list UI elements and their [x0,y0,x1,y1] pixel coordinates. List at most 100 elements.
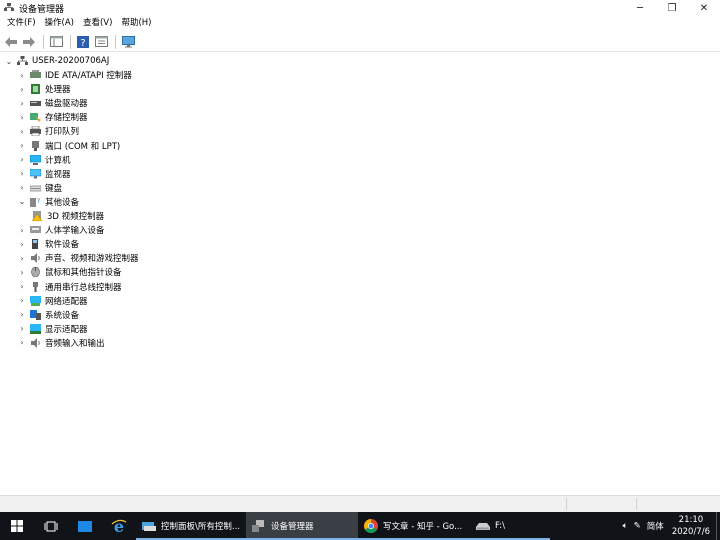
expand-chevron-icon[interactable]: › [17,99,27,108]
tree-node-label: 计算机 [45,155,71,166]
ime-pen-icon[interactable]: ✎ [634,521,641,531]
tree-category-node[interactable]: › 键盘 [17,181,62,195]
taskbar-app-drive[interactable]: F:\ [470,512,550,540]
tree-category-node[interactable]: › 通用串行总线控制器 [17,280,122,294]
task-view-button[interactable] [34,512,68,540]
forward-arrow-icon [23,36,35,47]
back-button[interactable] [3,34,19,50]
tree-node-label: 鼠标和其他指针设备 [45,268,122,279]
software-device-icon [32,239,38,250]
taskbar-app-device-manager[interactable]: 设备管理器 [246,512,358,540]
tree-category-node[interactable]: › 端口 (COM 和 LPT) [17,139,120,153]
toolbar: ? [0,32,720,52]
menu-action[interactable]: 操作(A) [42,16,80,31]
computer-tree-icon [17,56,28,65]
expand-chevron-icon[interactable]: › [17,169,27,178]
taskbar-app-control-panel[interactable]: 控制面板\所有控制... [136,512,246,540]
expand-chevron-icon[interactable]: › [17,254,27,263]
tree-category-node[interactable]: › 鼠标和其他指针设备 [17,265,122,279]
expand-chevron-icon[interactable]: › [17,282,27,291]
expand-chevron-icon[interactable]: › [17,268,27,277]
clock-date: 2020/7/6 [671,527,710,537]
ie-pinned-button[interactable]: e [102,512,136,540]
expand-chevron-icon[interactable]: › [17,183,27,192]
taskbar: e 控制面板\所有控制... 设备管理器 写文章 - 知乎 - Go... F:… [0,512,720,540]
close-button[interactable]: ✕ [688,0,720,16]
expand-chevron-icon[interactable]: › [17,296,27,305]
control-panel-icon [142,522,156,531]
menu-help[interactable]: 帮助(H) [118,16,157,31]
collapse-chevron-icon[interactable]: ⌄ [4,57,14,66]
tree-root[interactable]: ⌄ USER-20200706AJ [4,54,109,68]
status-bar [0,495,720,512]
tree-category-node[interactable]: › 处理器 [17,82,71,96]
system-clock[interactable]: 21:10 2020/7/6 [672,514,710,538]
show-hide-console-tree-button[interactable] [48,34,64,50]
menu-view[interactable]: 查看(V) [80,16,118,31]
root-label: USER-20200706AJ [32,56,110,66]
help-button[interactable]: ? [75,34,91,50]
mouse-icon [31,267,40,278]
menu-file[interactable]: 文件(F) [4,16,42,31]
expand-chevron-icon[interactable]: › [17,226,27,235]
tree-category-node[interactable]: › 人体学输入设备 [17,223,104,237]
device-tree: ⌄ USER-20200706AJ › IDE ATA/ATAPI 控制器 › 处理器… [2,53,718,495]
taskbar-app-label: 控制面板\所有控制... [161,522,240,532]
tree-category-node[interactable]: › 系统设备 [17,308,79,322]
expand-chevron-icon[interactable]: › [17,141,27,150]
tree-category-node[interactable]: › 声音、视频和游戏控制器 [17,251,139,265]
volume-icon[interactable]: 🔈︎ [623,521,628,531]
show-desktop-button[interactable] [716,512,720,540]
explorer-pinned-button[interactable] [68,512,102,540]
tree-node-label: IDE ATA/ATAPI 控制器 [45,71,132,81]
minimize-button[interactable]: ─ [624,0,656,16]
tree-node-label: 处理器 [45,85,71,96]
tree-category-node[interactable]: › 计算机 [17,153,71,167]
svg-text:?: ? [80,38,85,48]
svg-text:?: ? [37,198,40,205]
tree-category-node[interactable]: › 存储控制器 [17,110,88,124]
tree-category-node[interactable]: › 打印队列 [17,124,79,138]
expand-chevron-icon[interactable]: › [17,71,27,80]
expand-chevron-icon[interactable]: › [17,310,27,319]
tree-node-label: 显示适配器 [45,324,88,335]
processor-icon [31,84,40,95]
start-button[interactable] [0,512,34,540]
tree-category-node[interactable]: › 显示适配器 [17,322,88,336]
restore-button[interactable]: ❐ [656,0,688,16]
tree-category-node[interactable]: › IDE ATA/ATAPI 控制器 [17,68,132,82]
menu-bar: 文件(F) 操作(A) 查看(V) 帮助(H) [0,16,720,31]
expand-chevron-icon[interactable]: › [17,338,27,347]
tree-category-node[interactable]: › 软件设备 [17,237,79,251]
taskbar-app-chrome[interactable]: 写文章 - 知乎 - Go... [358,512,470,540]
ide-controller-icon [30,70,41,78]
expand-chevron-icon[interactable]: › [17,155,27,164]
storage-controller-icon [30,113,41,123]
tree-child-node[interactable]: 3D 视频控制器 [32,209,104,223]
tree-category-node[interactable]: › 监视器 [17,167,71,181]
sound-icon [31,253,40,264]
status-segment [636,498,720,510]
collapse-chevron-icon[interactable]: ⌄ [17,197,27,206]
scan-hardware-button[interactable] [120,34,136,50]
ime-indicator[interactable]: 简体 [647,520,664,532]
properties-button[interactable] [93,34,109,50]
expand-chevron-icon[interactable]: › [17,113,27,122]
expand-chevron-icon[interactable]: › [17,240,27,249]
expand-chevron-icon[interactable]: › [17,127,27,136]
expand-chevron-icon[interactable]: › [17,85,27,94]
title-bar: 设备管理器 ─ ❐ ✕ [0,0,720,16]
audio-io-icon [31,337,40,348]
tree-node-label: 存储控制器 [45,113,88,124]
toolbar-separator [115,34,116,49]
taskbar-app-label: F:\ [495,521,505,531]
tree-category-node[interactable]: › 磁盘驱动器 [17,96,87,110]
tree-node-label: 端口 (COM 和 LPT) [45,141,121,152]
expand-chevron-icon[interactable]: › [17,324,27,333]
tree-category-node[interactable]: ⌄? 其他设备 [17,195,79,209]
forward-button[interactable] [21,34,37,50]
keyboard-icon [30,185,41,192]
window-title: 设备管理器 [19,4,65,15]
tree-category-node[interactable]: › 网络适配器 [17,294,88,308]
tree-category-node[interactable]: › 音频输入和输出 [17,336,105,350]
